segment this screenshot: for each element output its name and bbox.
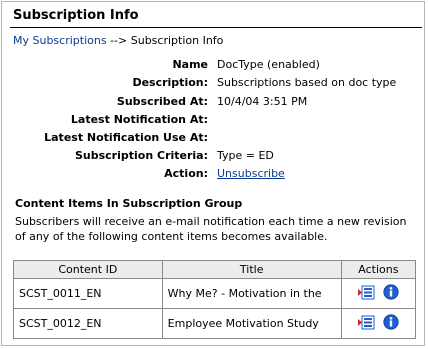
table-row: SCST_0012_EN Employee Motivation Study xyxy=(14,309,415,338)
info-row-name: Name DocType (enabled) xyxy=(2,58,426,74)
actions-cell xyxy=(341,279,415,309)
actions-menu-icon[interactable] xyxy=(358,285,375,303)
content-items-description: Subscribers will receive an e-mail notif… xyxy=(15,215,407,243)
title-cell: Employee Motivation Study xyxy=(163,309,342,338)
breadcrumb-separator: --> xyxy=(110,34,128,47)
content-items-heading: Content Items In Subscription Group xyxy=(15,197,243,210)
actions-cell xyxy=(342,309,415,338)
content-id-cell: SCST_0012_EN xyxy=(14,309,163,338)
title-text: Employee Motivation Study xyxy=(167,317,319,330)
content-id-cell: SCST_0011_EN xyxy=(14,279,163,309)
title-divider xyxy=(10,27,422,28)
info-row-description: Description: Subscriptions based on doc … xyxy=(2,76,426,92)
subscription-info-panel: Subscription Info My Subscriptions --> S… xyxy=(1,1,425,346)
info-row-latest-notification: Latest Notification At: xyxy=(2,113,426,129)
info-row-action: Action: Unsubscribe xyxy=(2,167,426,183)
page-title: Subscription Info xyxy=(13,8,139,23)
info-row-criteria: Subscription Criteria: Type = ED xyxy=(2,149,426,165)
action-label: Action: xyxy=(164,167,208,180)
description-label: Description: xyxy=(132,76,208,89)
info-row-latest-notification-use: Latest Notification Use At: xyxy=(2,131,426,147)
subscribed-at-label: Subscribed At: xyxy=(116,95,208,108)
subscribed-at-value: 10/4/04 3:51 PM xyxy=(217,95,308,108)
criteria-label: Subscription Criteria: xyxy=(74,149,208,162)
name-label: Name xyxy=(172,58,208,71)
column-header-actions: Actions xyxy=(341,261,415,279)
info-row-subscribed-at: Subscribed At: 10/4/04 3:51 PM xyxy=(2,95,426,111)
title-cell: Why Me? - Motivation in the xyxy=(162,279,342,309)
table-header-row: Content ID Title Actions xyxy=(14,261,415,279)
actions-menu-icon[interactable] xyxy=(358,315,375,333)
table-row: SCST_0011_EN Why Me? - Motivation in the xyxy=(14,279,415,309)
info-icon[interactable] xyxy=(382,284,399,303)
breadcrumb: My Subscriptions --> Subscription Info xyxy=(13,34,223,47)
action-value: Unsubscribe xyxy=(217,167,285,180)
content-items-table: Content ID Title Actions SCST_0011_EN Wh… xyxy=(13,260,416,339)
latest-notification-label: Latest Notification At: xyxy=(70,113,208,126)
criteria-value: Type = ED xyxy=(217,149,274,162)
info-icon[interactable] xyxy=(382,314,399,333)
column-header-title: Title xyxy=(162,261,342,279)
column-header-content-id: Content ID xyxy=(14,261,163,279)
breadcrumb-my-subscriptions-link[interactable]: My Subscriptions xyxy=(13,34,107,47)
unsubscribe-link[interactable]: Unsubscribe xyxy=(217,167,285,180)
breadcrumb-current: Subscription Info xyxy=(130,34,224,47)
description-value: Subscriptions based on doc type xyxy=(217,76,397,89)
name-value: DocType (enabled) xyxy=(217,58,320,71)
title-text: Why Me? - Motivation in the xyxy=(167,287,322,300)
latest-notification-use-label: Latest Notification Use At: xyxy=(44,131,208,144)
